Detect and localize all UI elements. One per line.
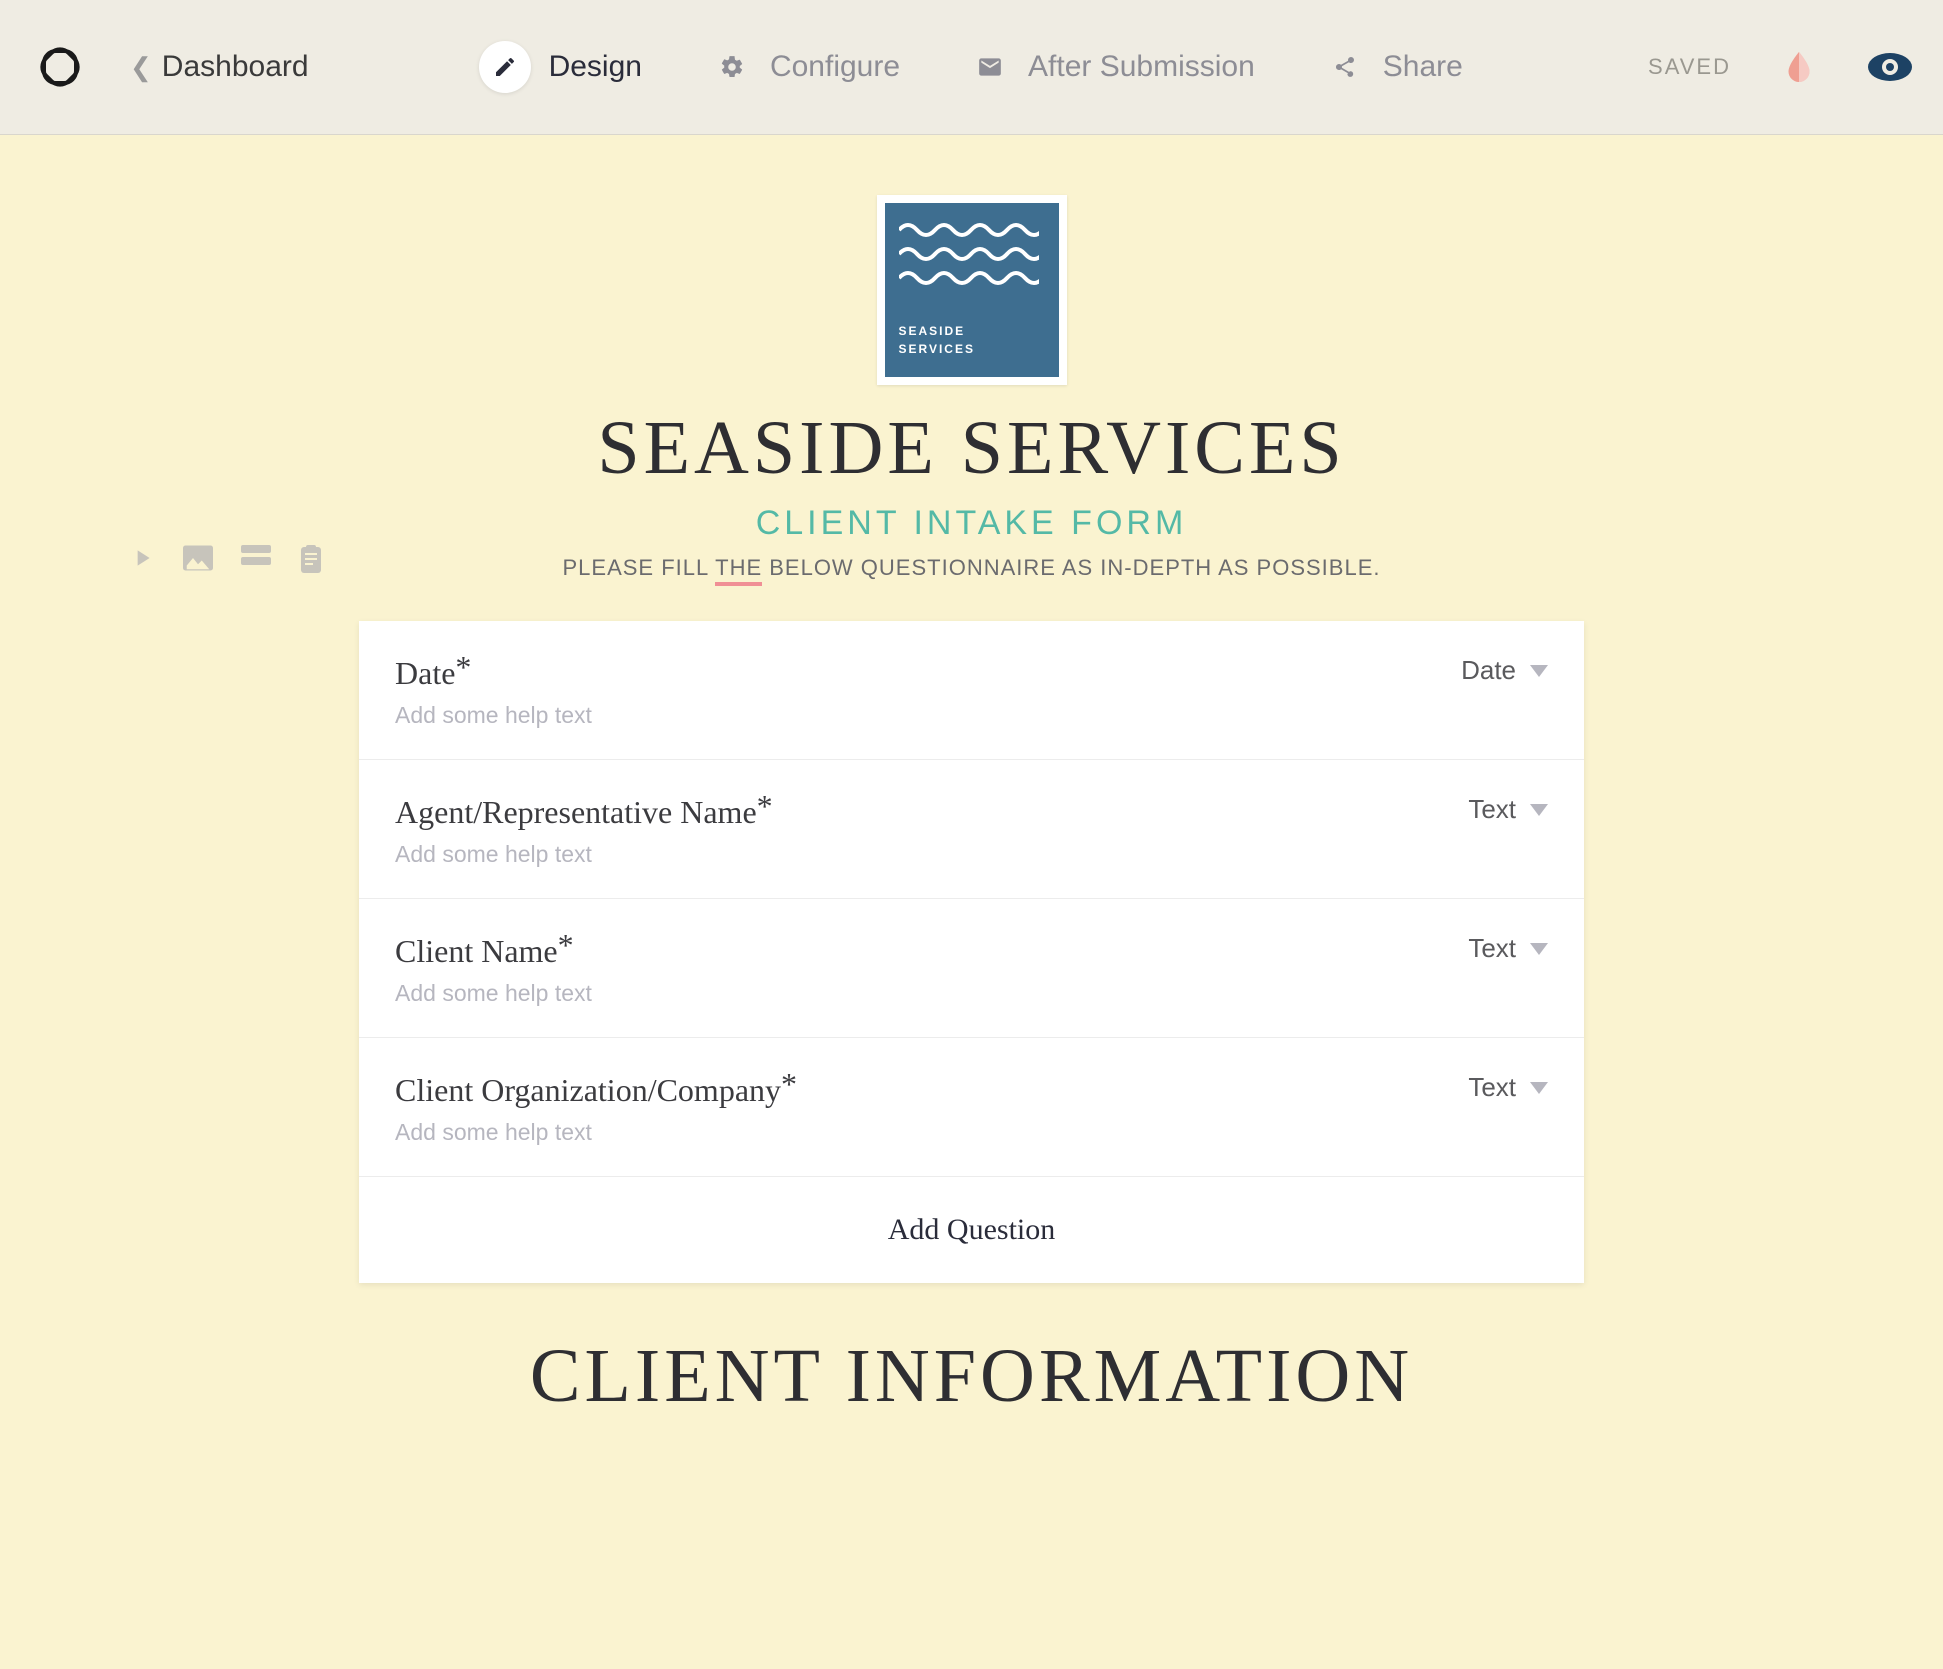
wave-line-1 xyxy=(899,223,1039,237)
logo-text-line1: SEASIDE xyxy=(899,322,1045,340)
question-row[interactable]: Client Name* Add some help text Text xyxy=(359,899,1584,1038)
tool-image[interactable] xyxy=(183,545,213,573)
question-row[interactable]: Client Organization/Company* Add some he… xyxy=(359,1038,1584,1177)
clipboard-icon xyxy=(299,545,323,573)
question-help[interactable]: Add some help text xyxy=(395,841,773,868)
caret-down-icon xyxy=(1530,665,1548,677)
wave-line-3 xyxy=(899,271,1039,285)
question-label: Client Organization/Company xyxy=(395,1072,781,1108)
question-help[interactable]: Add some help text xyxy=(395,1119,797,1146)
wave-line-2 xyxy=(899,247,1039,261)
question-label: Date xyxy=(395,655,455,691)
required-mark: * xyxy=(757,788,773,824)
chevron-left-icon: ❮ xyxy=(130,52,152,83)
question-help[interactable]: Add some help text xyxy=(395,980,592,1007)
save-status: SAVED xyxy=(1648,54,1731,80)
tool-play[interactable] xyxy=(129,545,155,573)
add-question-button[interactable]: Add Question xyxy=(359,1177,1584,1283)
caret-down-icon xyxy=(1530,1082,1548,1094)
type-selector[interactable]: Text xyxy=(1468,794,1548,825)
eye-icon xyxy=(1867,51,1913,83)
pencil-icon xyxy=(479,41,531,93)
nav-design[interactable]: Design xyxy=(479,41,642,93)
theme-button[interactable] xyxy=(1781,49,1817,85)
nav-configure[interactable]: Configure xyxy=(712,47,900,87)
tool-block[interactable] xyxy=(241,545,271,573)
type-selector[interactable]: Text xyxy=(1468,1072,1548,1103)
question-row[interactable]: Date* Add some help text Date xyxy=(359,621,1584,760)
form-subtitle[interactable]: CLIENT INTAKE FORM xyxy=(359,504,1584,543)
breadcrumb[interactable]: ❮ Dashboard xyxy=(130,50,309,84)
app-logo[interactable] xyxy=(30,37,90,97)
side-toolbar xyxy=(129,545,323,573)
gear-icon xyxy=(712,47,752,87)
required-mark: * xyxy=(781,1066,797,1102)
required-mark: * xyxy=(558,927,574,963)
form-title[interactable]: SEASIDE SERVICES xyxy=(359,405,1584,492)
question-help[interactable]: Add some help text xyxy=(395,702,592,729)
type-selector[interactable]: Text xyxy=(1468,933,1548,964)
note-underline: THE xyxy=(715,555,762,586)
play-icon xyxy=(129,545,155,571)
section-title[interactable]: CLIENT INFORMATION xyxy=(359,1333,1584,1420)
caret-down-icon xyxy=(1530,804,1548,816)
image-icon xyxy=(183,545,213,571)
breadcrumb-label: Dashboard xyxy=(162,50,309,84)
caret-down-icon xyxy=(1530,943,1548,955)
form-canvas: SEASIDE SERVICES LTD SEASIDE SERVICES CL… xyxy=(359,135,1584,1460)
top-nav: Design Configure After Submission Share xyxy=(479,41,1463,93)
share-icon xyxy=(1325,47,1365,87)
droplet-icon xyxy=(1781,49,1817,85)
question-label: Client Name xyxy=(395,933,558,969)
type-selector[interactable]: Date xyxy=(1461,655,1548,686)
mail-icon xyxy=(970,47,1010,87)
form-note[interactable]: PLEASE FILL THE BELOW QUESTIONNAIRE AS I… xyxy=(359,555,1584,581)
nav-after-submission[interactable]: After Submission xyxy=(970,47,1255,87)
app-logo-icon xyxy=(33,40,87,94)
question-card: Date* Add some help text Date Agent/Repr… xyxy=(359,621,1584,1283)
logo-text-sub: LTD xyxy=(899,370,1045,379)
block-icon xyxy=(241,545,271,565)
app-header: ❮ Dashboard Design Configure After Submi… xyxy=(0,0,1943,135)
question-label: Agent/Representative Name xyxy=(395,794,757,830)
nav-share[interactable]: Share xyxy=(1325,47,1463,87)
header-right: SAVED xyxy=(1648,49,1913,85)
preview-button[interactable] xyxy=(1867,51,1913,83)
form-logo[interactable]: SEASIDE SERVICES LTD xyxy=(877,195,1067,385)
logo-text-line2: SERVICES xyxy=(899,340,1045,358)
required-mark: * xyxy=(455,649,471,685)
tool-clipboard[interactable] xyxy=(299,545,323,573)
question-row[interactable]: Agent/Representative Name* Add some help… xyxy=(359,760,1584,899)
